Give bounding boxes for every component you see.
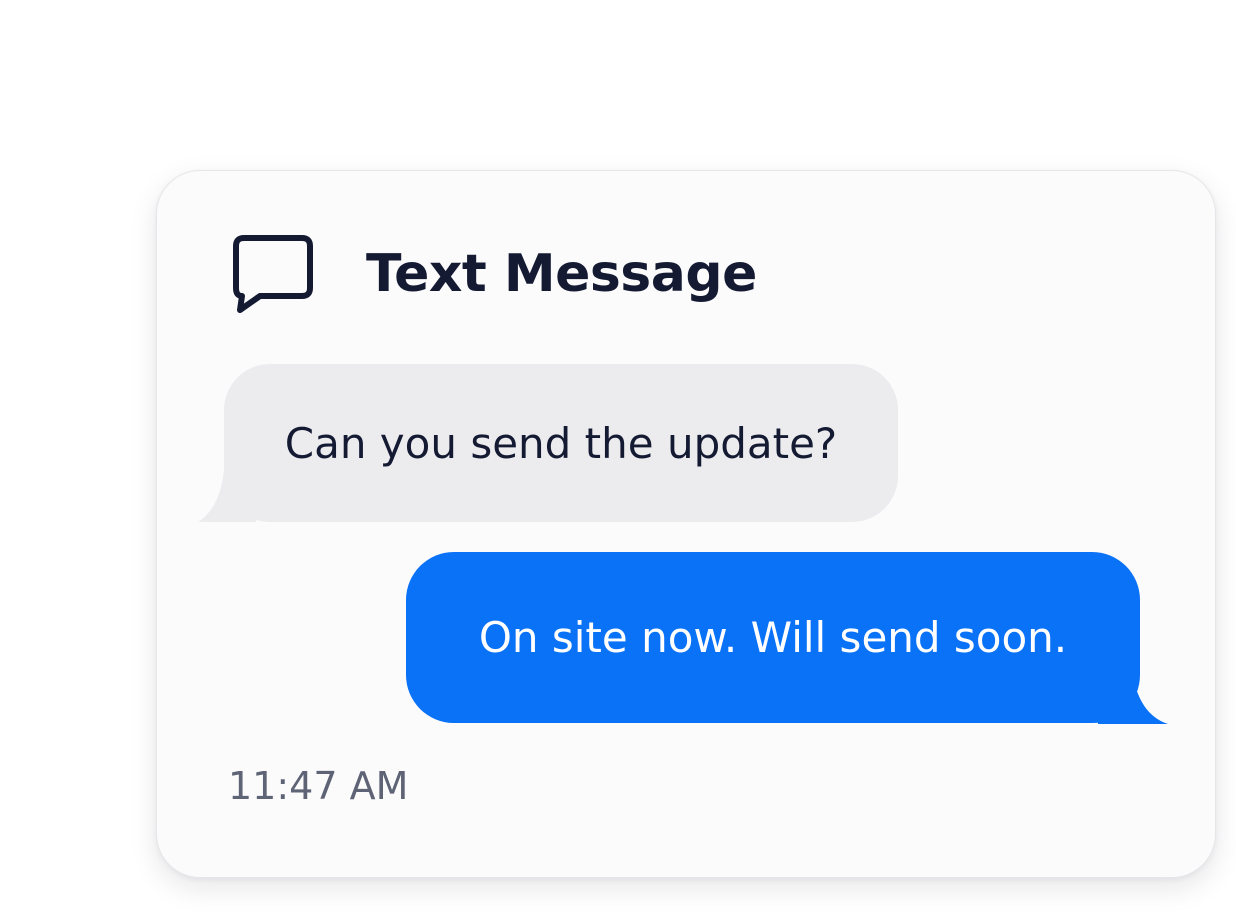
page-title: Text Message	[366, 244, 757, 304]
outgoing-message-text: On site now. Will send soon.	[478, 613, 1068, 662]
outgoing-message-bubble: On site now. Will send soon.	[406, 552, 1140, 723]
card-header: Text Message	[232, 232, 757, 316]
incoming-message-text: Can you send the update?	[284, 418, 838, 468]
chat-bubble-icon	[232, 234, 314, 314]
incoming-message-bubble: Can you send the update?	[224, 364, 898, 522]
message-timestamp: 11:47 AM	[228, 764, 409, 808]
